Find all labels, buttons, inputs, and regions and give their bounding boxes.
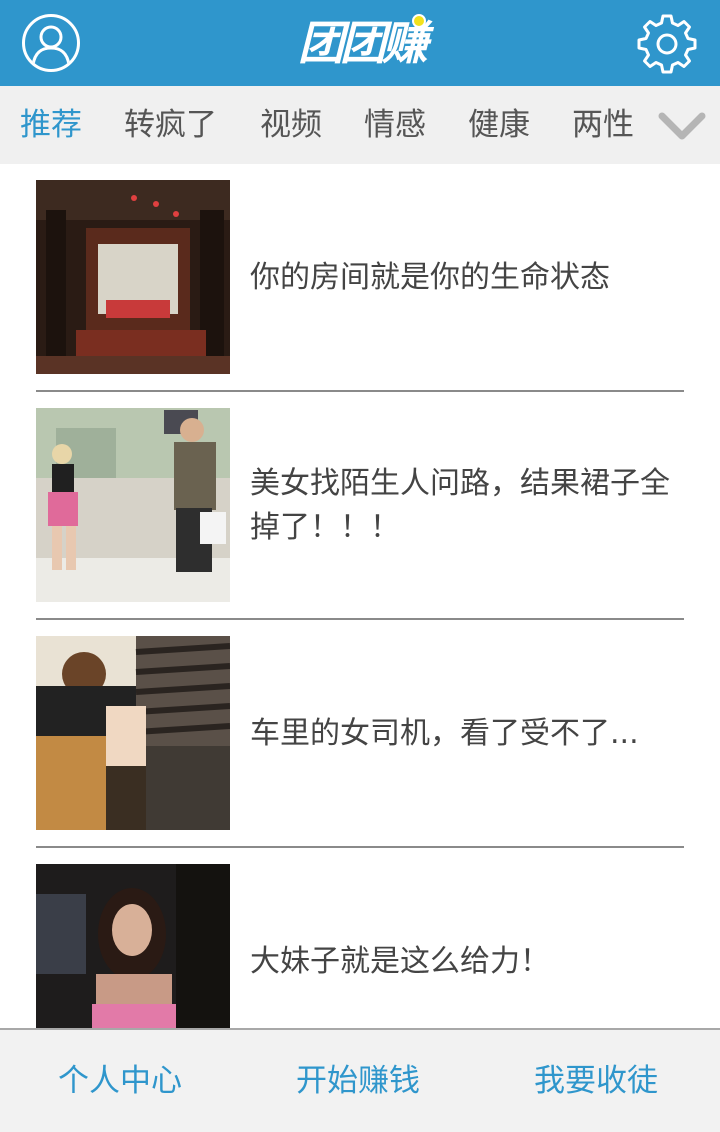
start-earning-button[interactable]: 开始赚钱	[238, 1030, 478, 1132]
chevron-down-icon[interactable]	[656, 106, 708, 146]
logo-coin-icon	[412, 14, 426, 28]
profile-center-button[interactable]: 个人中心	[0, 1030, 240, 1132]
user-avatar-icon[interactable]	[22, 14, 80, 72]
article-title[interactable]: 美女找陌生人问路，结果裙子全掉了！！！	[250, 462, 680, 550]
bottom-nav-bar: 个人中心 开始赚钱 我要收徒	[0, 1028, 720, 1132]
article-title[interactable]: 车里的女司机，看了受不了...	[250, 712, 680, 756]
category-tabs: 推荐 转疯了 视频 情感 健康 两性	[0, 86, 720, 164]
tab-relationship[interactable]: 两性	[572, 86, 634, 164]
tab-emotion[interactable]: 情感	[364, 86, 426, 164]
top-header: 团团赚	[0, 0, 720, 86]
article-thumbnail	[36, 408, 230, 602]
article-thumbnail	[36, 636, 230, 830]
list-item[interactable]: 你的房间就是你的生命状态	[36, 164, 684, 392]
tab-recommend[interactable]: 推荐	[20, 86, 82, 164]
article-title[interactable]: 你的房间就是你的生命状态	[250, 256, 680, 300]
app-screen: 团团赚 推荐 转疯了 视频 情感 健康 两性 你的房间就是你的生命状态 美女找陌…	[0, 0, 720, 1132]
recruit-apprentice-button[interactable]: 我要收徒	[476, 1030, 716, 1132]
article-title[interactable]: 大妹子就是这么给力！	[250, 940, 680, 984]
list-item[interactable]: 美女找陌生人问路，结果裙子全掉了！！！	[36, 392, 684, 620]
tab-viral[interactable]: 转疯了	[124, 86, 217, 164]
tab-video[interactable]: 视频	[260, 86, 322, 164]
list-item[interactable]: 车里的女司机，看了受不了...	[36, 620, 684, 848]
gear-icon[interactable]	[636, 12, 698, 74]
app-logo: 团团赚	[278, 12, 444, 74]
tab-health[interactable]: 健康	[468, 86, 530, 164]
article-thumbnail	[36, 180, 230, 374]
